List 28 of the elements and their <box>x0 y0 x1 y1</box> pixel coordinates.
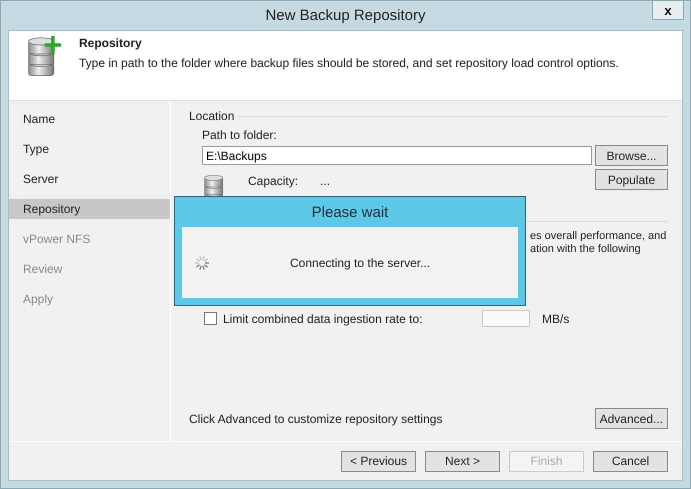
advanced-hint: Click Advanced to customize repository settings <box>189 412 442 426</box>
field-label: Path to folder: <box>202 128 277 142</box>
checkbox-label: Limit combined data ingestion rate to: <box>223 312 424 326</box>
header-title: Repository <box>79 36 143 50</box>
advanced-button[interactable]: Advanced... <box>594 408 668 429</box>
capacity-label: Capacity: <box>248 174 298 188</box>
limit-checkbox[interactable] <box>204 312 217 326</box>
close-button[interactable]: x <box>652 0 684 20</box>
unit-label: MB/s <box>542 312 570 326</box>
dialog-title: Please wait <box>312 204 388 220</box>
description-text: ation with the following <box>530 243 642 256</box>
path-field[interactable]: E:\Backups <box>202 146 592 165</box>
wizard-button[interactable]: Next > <box>425 450 500 472</box>
sidebar-item[interactable]: Server <box>9 169 170 189</box>
window-title: New Backup Repository <box>265 7 426 24</box>
description-text: es overall performance, and <box>530 230 668 244</box>
group-label: Location <box>189 109 234 123</box>
capacity-value: ... <box>320 174 330 188</box>
sidebar-item[interactable]: Repository <box>9 199 170 219</box>
sidebar-item[interactable]: Name <box>9 109 170 129</box>
wizard-button[interactable]: < Previous <box>341 450 416 472</box>
spinner-icon <box>194 254 210 270</box>
wizard-button[interactable]: Cancel <box>593 450 668 472</box>
browse-button[interactable]: Browse... <box>595 145 668 166</box>
header-description: Type in path to the folder where backup files should be stored, and set repository load control options. <box>79 56 619 70</box>
sidebar-item[interactable]: Type <box>9 139 170 159</box>
populate-button[interactable]: Populate <box>595 169 668 190</box>
status-message: Connecting to the server... <box>290 256 430 270</box>
